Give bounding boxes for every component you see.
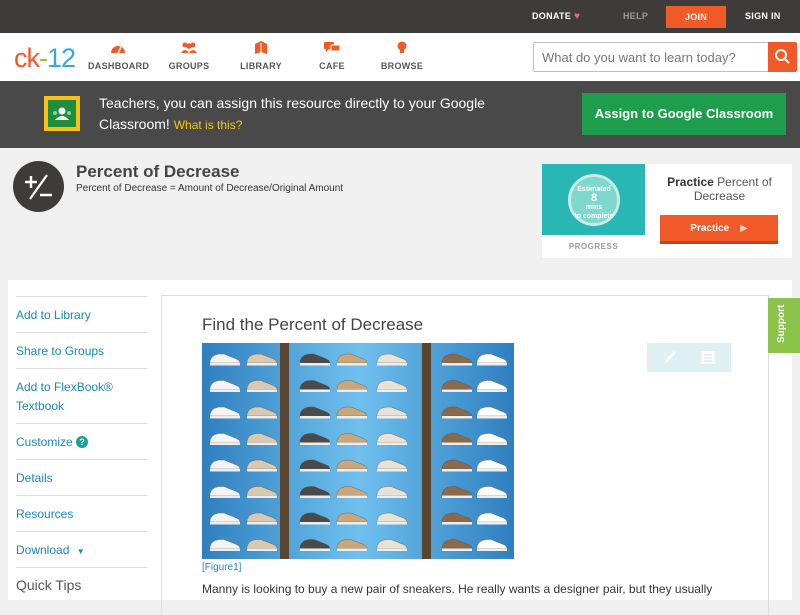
nav-library[interactable]: LIBRARY bbox=[240, 41, 282, 71]
nav-browse-label: BROWSE bbox=[380, 61, 424, 71]
practice-thumbnail: Estimated 8 mins to complete bbox=[542, 164, 645, 235]
sidebar-item-resources[interactable]: Resources bbox=[16, 495, 147, 524]
nav-library-label: LIBRARY bbox=[240, 61, 282, 71]
google-classroom-icon bbox=[44, 96, 80, 131]
pencil-icon[interactable] bbox=[665, 351, 676, 364]
dashboard-icon bbox=[111, 46, 125, 54]
estimate-minutes: 8 bbox=[590, 192, 598, 204]
lesson-subtitle: Percent of Decrease = Amount of Decrease… bbox=[76, 183, 344, 194]
nav-dashboard[interactable]: DASHBOARD bbox=[88, 41, 150, 71]
practice-title: Practice Percent of Decrease bbox=[654, 175, 785, 203]
estimate-unit: mins bbox=[585, 204, 603, 211]
content-heading: Find the Percent of Decrease bbox=[202, 315, 424, 334]
search-input[interactable] bbox=[542, 44, 767, 70]
search-button[interactable] bbox=[768, 42, 797, 72]
support-label: Support bbox=[776, 304, 787, 343]
progress-label: PROGRESS bbox=[568, 242, 619, 251]
practice-button-label: Practice bbox=[690, 223, 730, 234]
sidebar-item-add-to-library[interactable]: Add to Library bbox=[16, 296, 147, 325]
help-link[interactable]: HELP bbox=[623, 0, 648, 33]
nav-cafe-label: CAFE bbox=[319, 61, 345, 71]
search-box bbox=[533, 42, 797, 72]
quick-tips-heading[interactable]: Quick Tips bbox=[16, 577, 81, 593]
nav-cafe[interactable]: CAFE bbox=[316, 41, 348, 71]
assign-to-google-classroom-button[interactable]: Assign to Google Classroom bbox=[582, 93, 786, 135]
figure-caption[interactable]: [Figure1] bbox=[202, 562, 241, 573]
sidebar-item-share-to-groups[interactable]: Share to Groups bbox=[16, 332, 147, 361]
lesson-paragraph: Manny is looking to buy a new pair of sn… bbox=[202, 582, 713, 596]
lesson-header: Percent of Decrease Percent of Decrease … bbox=[0, 148, 800, 278]
lesson-title: Percent of Decrease bbox=[76, 162, 240, 181]
heart-icon: ♥ bbox=[573, 11, 581, 22]
classroom-message: Teachers, you can assign this resource d… bbox=[99, 93, 499, 136]
help-icon[interactable]: ? bbox=[76, 436, 89, 448]
groups-icon bbox=[181, 42, 197, 53]
caret-down-icon: ▼ bbox=[76, 547, 85, 556]
nav-groups-label: GROUPS bbox=[168, 61, 210, 71]
notes-icon[interactable] bbox=[701, 351, 715, 364]
chevron-right-icon: ▶ bbox=[740, 223, 748, 234]
download-label: Download bbox=[16, 543, 70, 557]
plus-minus-icon bbox=[13, 161, 64, 212]
nav-browse[interactable]: BROWSE bbox=[380, 41, 424, 71]
estimate-complete: to complete bbox=[574, 213, 614, 220]
customize-label: Customize bbox=[16, 435, 73, 449]
logo-ck: ck bbox=[14, 43, 40, 73]
practice-card: Estimated 8 mins to complete PROGRESS Pr… bbox=[542, 164, 792, 258]
sidebar-item-download[interactable]: Download ▼ bbox=[16, 531, 147, 561]
nav-dashboard-label: DASHBOARD bbox=[88, 61, 150, 71]
sign-in-link[interactable]: SIGN IN bbox=[745, 0, 781, 33]
sidebar-item-details[interactable]: Details bbox=[16, 459, 147, 488]
search-icon bbox=[775, 49, 790, 64]
content-card: Find the Percent of Decrease [Figure1] M… bbox=[161, 295, 769, 615]
lesson-content: Find the Percent of Decrease [Figure1] M… bbox=[151, 280, 792, 615]
sidebar-item-customize[interactable]: Customize ? bbox=[16, 423, 147, 452]
sidebar-item-add-to-flexbook[interactable]: Add to FlexBook® Textbook bbox=[16, 368, 147, 416]
what-is-this-link[interactable]: What is this? bbox=[174, 118, 243, 132]
ck12-logo[interactable]: ck-12 bbox=[14, 43, 76, 73]
donate-link[interactable]: DONATE ♥ bbox=[532, 0, 580, 33]
logo-number: 12 bbox=[47, 43, 76, 73]
google-classroom-banner: Teachers, you can assign this resource d… bbox=[0, 81, 800, 148]
classroom-message-text: Teachers, you can assign this resource d… bbox=[99, 95, 485, 132]
library-icon bbox=[255, 41, 267, 54]
cafe-icon bbox=[324, 42, 340, 52]
sidebar: Add to Library Share to Groups Add to Fl… bbox=[8, 280, 151, 600]
practice-title-bold: Practice bbox=[667, 175, 714, 189]
logo-dash: - bbox=[39, 43, 48, 73]
join-button[interactable]: JOIN bbox=[666, 6, 726, 28]
lightbulb-icon bbox=[397, 41, 407, 53]
sidebar-divider bbox=[16, 567, 147, 568]
top-bar: DONATE ♥ HELP JOIN SIGN IN bbox=[0, 0, 800, 33]
main-nav: ck-12 DASHBOARD GROUPS LIBRARY CAFE BROW… bbox=[0, 33, 800, 81]
annotation-tools bbox=[647, 343, 731, 372]
nav-groups[interactable]: GROUPS bbox=[168, 41, 210, 71]
estimate-badge: Estimated 8 mins to complete bbox=[568, 174, 620, 226]
sneaker-wall-image bbox=[202, 343, 514, 559]
donate-label: DONATE bbox=[532, 11, 572, 21]
support-tab[interactable]: Support bbox=[768, 298, 800, 353]
practice-button[interactable]: Practice ▶ bbox=[660, 215, 778, 244]
